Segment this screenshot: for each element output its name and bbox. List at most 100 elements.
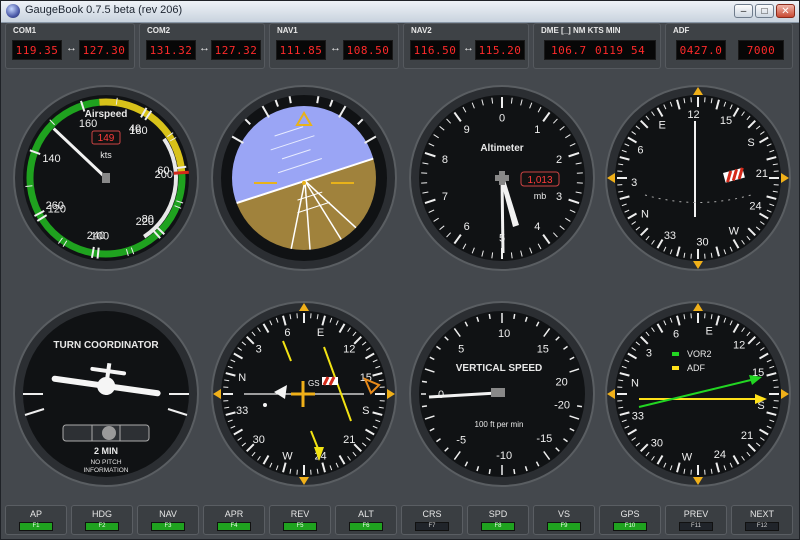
fkey-indicator: F9 xyxy=(547,522,581,531)
altimeter-tick-label: 3 xyxy=(556,191,562,203)
altimeter-long-needle xyxy=(500,177,505,254)
dme-time: 54 xyxy=(631,44,646,57)
fkey-rev-button[interactable]: REV F5 xyxy=(269,505,331,535)
airspeed-tick-label: 260 xyxy=(46,200,64,212)
vor2-legend-label: VOR2 xyxy=(687,349,712,359)
fkey-label: APR xyxy=(224,509,244,519)
altimeter-tick-label: 0 xyxy=(499,113,505,125)
altimeter-tick-label: 1 xyxy=(534,124,540,136)
dme-label: DME [_] NM KTS MIN xyxy=(541,26,621,35)
com1-active-display[interactable]: 119.35 xyxy=(12,40,62,60)
heading-label: 12 xyxy=(687,109,699,121)
adf-standby-display[interactable]: 7000 xyxy=(738,40,784,60)
altimeter-pressure[interactable]: 1,013 xyxy=(527,175,552,186)
minimize-button[interactable]: – xyxy=(734,4,753,18)
vsi-units: 100 ft per min xyxy=(475,420,524,429)
com1-radio: COM1 119.35 ↔ 127.30 xyxy=(5,23,135,69)
rmi-label: 30 xyxy=(651,438,663,450)
fkey-apr-button[interactable]: APR F4 xyxy=(203,505,265,535)
gauge-tick xyxy=(513,313,516,320)
rmi-indicator[interactable]: N36 E1215S2124W3033 VOR2 ADF xyxy=(605,301,791,487)
hsi-label: 6 xyxy=(284,327,290,339)
heading-label: W xyxy=(729,226,740,238)
com1-label: COM1 xyxy=(13,26,37,35)
nav1-standby-display[interactable]: 108.50 xyxy=(343,40,393,60)
altimeter[interactable]: 0123456789 Altimeter 1,013 mb xyxy=(409,85,595,271)
fkey-next-button[interactable]: NEXT F12 xyxy=(731,505,793,535)
fkey-crs-button[interactable]: CRS F7 xyxy=(401,505,463,535)
hsi-label: 3 xyxy=(256,343,262,355)
fkey-indicator: F4 xyxy=(217,522,251,531)
rmi-label: W xyxy=(682,452,693,464)
fkey-nav-button[interactable]: NAV F3 xyxy=(137,505,199,535)
fkey-label: PREV xyxy=(683,509,709,519)
fkey-gps-button[interactable]: GPS F10 xyxy=(599,505,661,535)
hsi-label: 30 xyxy=(253,434,265,446)
vor2-legend-swatch xyxy=(672,352,679,356)
nav2-label: NAV2 xyxy=(411,26,432,35)
hsi-gs-label: GS xyxy=(308,379,320,388)
com2-active-display[interactable]: 131.32 xyxy=(146,40,196,60)
vsi-tick-label: -15 xyxy=(536,433,552,445)
nav2-standby-display[interactable]: 115.20 xyxy=(475,40,525,60)
com2-standby-display[interactable]: 127.32 xyxy=(211,40,261,60)
fkey-hdg-button[interactable]: HDG F2 xyxy=(71,505,133,535)
bank-tick xyxy=(316,96,320,104)
vertical-speed-indicator[interactable]: 05101520-20-15-10-5 VERTICAL SPEED 100 f… xyxy=(409,301,595,487)
fkey-alt-button[interactable]: ALT F6 xyxy=(335,505,397,535)
adf-active-display[interactable]: 0427.0 xyxy=(676,40,726,60)
altimeter-pressure-units: mb xyxy=(534,191,547,201)
fkey-spd-button[interactable]: SPD F8 xyxy=(467,505,529,535)
fkey-prev-button[interactable]: PREV F11 xyxy=(665,505,727,535)
com2-swap-icon[interactable]: ↔ xyxy=(199,42,210,54)
airspeed-tick-label: 220 xyxy=(136,216,154,228)
altimeter-tick-label: 7 xyxy=(442,191,448,203)
gauge-tick xyxy=(513,468,516,475)
fkey-vs-button[interactable]: VS F9 xyxy=(533,505,595,535)
com2-label: COM2 xyxy=(147,26,171,35)
hsi-label: 33 xyxy=(236,405,248,417)
altimeter-tick-label: 8 xyxy=(442,154,448,166)
rmi-label: 24 xyxy=(714,449,726,461)
adf-radio: ADF 0427.0 7000 xyxy=(665,23,793,69)
nav2-active-display[interactable]: 116.50 xyxy=(410,40,460,60)
rmi-label: 12 xyxy=(733,340,745,352)
nav1-swap-icon[interactable]: ↔ xyxy=(330,42,341,54)
slip-ball xyxy=(102,426,116,440)
vsi-tick-label: 20 xyxy=(556,376,568,388)
turn-coordinator-title: TURN COORDINATOR xyxy=(53,340,159,351)
radio-stack: COM1 119.35 ↔ 127.30 COM2 131.32 ↔ 127.3… xyxy=(5,23,795,71)
com1-swap-icon[interactable]: ↔ xyxy=(66,42,77,54)
altimeter-tick-label: 6 xyxy=(464,221,470,233)
fkey-label: HDG xyxy=(92,509,112,519)
nav1-label: NAV1 xyxy=(277,26,298,35)
nav1-active-display[interactable]: 111.85 xyxy=(276,40,326,60)
turn-note-no-pitch: NO PITCH xyxy=(90,459,121,466)
dme-display[interactable]: 106.7 0119 54 xyxy=(544,40,656,60)
function-key-bar: AP F1 HDG F2 NAV F3 APR F4 REV F5 ALT F6 CRS F7 SPD F8 V… xyxy=(5,505,797,539)
airspeed-tick-label: 140 xyxy=(42,153,60,165)
adf-legend-label: ADF xyxy=(687,363,706,373)
com1-standby-display[interactable]: 127.30 xyxy=(79,40,129,60)
nav2-swap-icon[interactable]: ↔ xyxy=(463,42,474,54)
dme-radio: DME [_] NM KTS MIN 106.7 0119 54 xyxy=(533,23,661,69)
heading-indicator[interactable]: N 3 6 E 12 15 S 21 24 W 30 33 xyxy=(605,85,791,271)
gauge-tick xyxy=(421,405,428,408)
fkey-label: ALT xyxy=(358,509,374,519)
airspeed-readout: 149 xyxy=(98,133,115,144)
rmi-label: 3 xyxy=(646,348,652,360)
airspeed-indicator[interactable]: Airspeed 149 kts 40608010012014016018020… xyxy=(13,85,199,271)
fkey-ap-button[interactable]: AP F1 xyxy=(5,505,67,535)
nav2-radio: NAV2 116.50 ↔ 115.20 xyxy=(403,23,529,69)
vsi-tick-label: 5 xyxy=(458,344,464,356)
fkey-label: AP xyxy=(29,509,42,519)
maximize-button[interactable]: □ xyxy=(755,4,774,18)
title-bar[interactable]: GaugeBook 0.7.5 beta (rev 206) – □ ✕ xyxy=(1,1,799,23)
turn-coordinator[interactable]: TURN COORDINATOR 2 MIN NO PITCH INFORMAT… xyxy=(13,301,199,487)
hsi-indicator[interactable]: N36E1215S2124W3033 GS xyxy=(211,301,397,487)
attitude-indicator[interactable] xyxy=(211,85,397,271)
adf-legend-swatch xyxy=(672,366,679,370)
close-button[interactable]: ✕ xyxy=(776,4,795,18)
rmi-label: 21 xyxy=(741,430,753,442)
airspeed-needle-hub xyxy=(102,173,110,183)
